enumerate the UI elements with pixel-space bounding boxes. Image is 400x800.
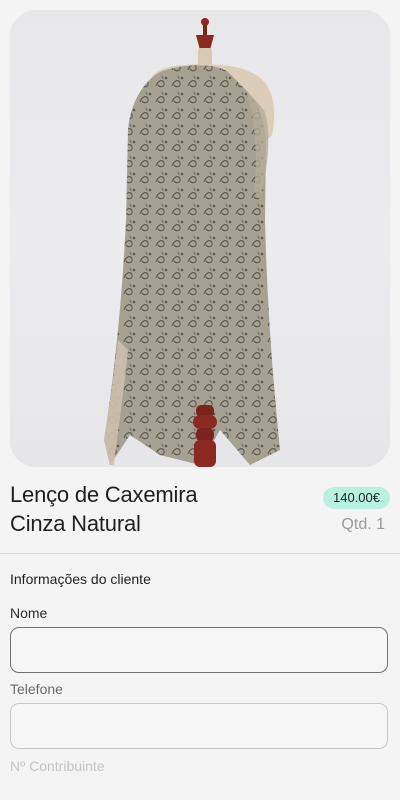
- checkout-screen: Lenço de Caxemira Cinza Natural 140.00€ …: [0, 0, 400, 800]
- product-image: [10, 10, 390, 467]
- phone-input[interactable]: [10, 703, 388, 749]
- product-title: Lenço de Caxemira Cinza Natural: [10, 480, 260, 538]
- tax-number-label: Nº Contribuinte: [10, 758, 105, 774]
- product-title-line-1: Lenço de Caxemira: [10, 482, 198, 507]
- quantity-label: Qtd. 1: [341, 516, 385, 533]
- divider: [0, 553, 400, 554]
- name-label: Nome: [10, 605, 48, 621]
- scarf-on-mannequin-illustration: [104, 18, 280, 467]
- customer-info-heading: Informações do cliente: [10, 571, 151, 587]
- name-input[interactable]: [10, 627, 388, 673]
- product-title-line-2: Cinza Natural: [10, 511, 141, 536]
- price-badge: 140.00€: [323, 487, 390, 509]
- phone-label: Telefone: [10, 681, 63, 697]
